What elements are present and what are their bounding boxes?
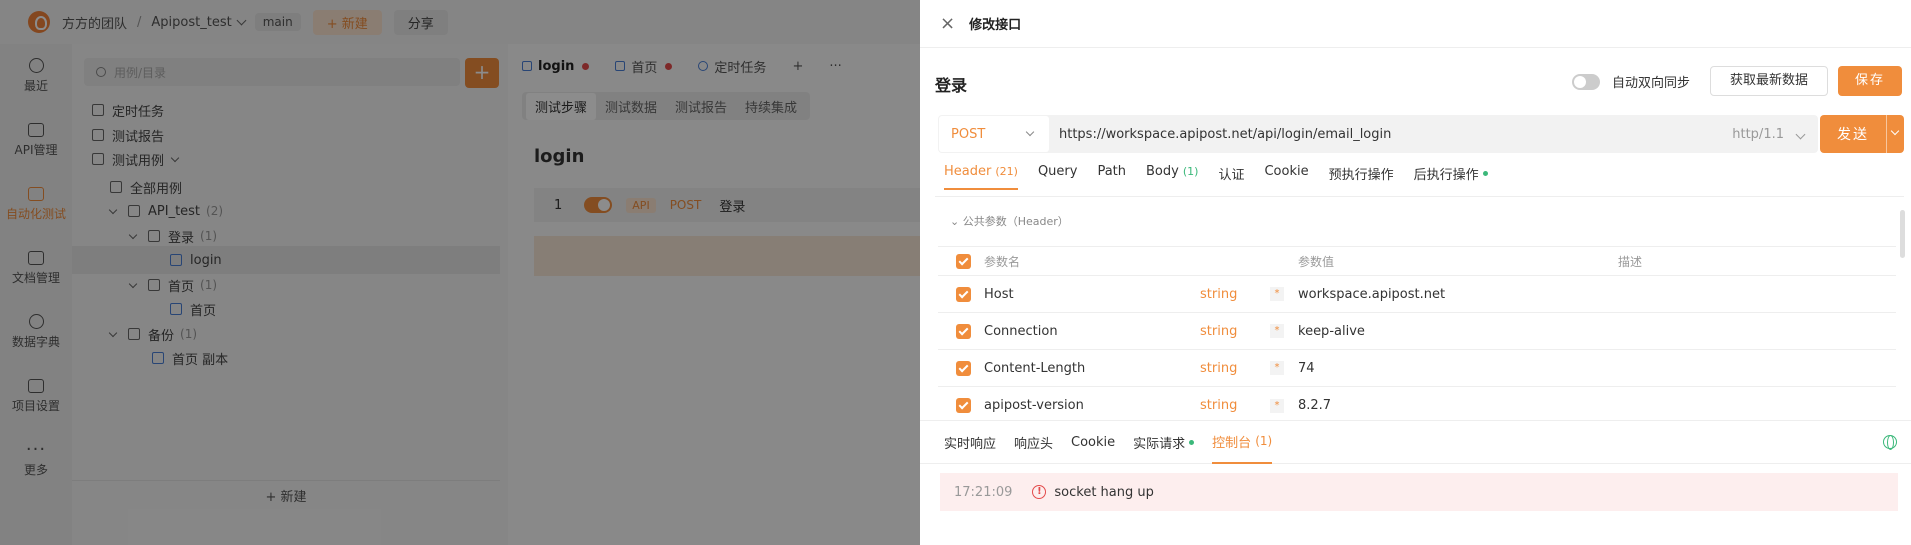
sync-toggle[interactable] (1572, 73, 1600, 90)
tab-label: Query (1037, 164, 1078, 179)
table-row[interactable]: apipost-version string * 8.2.7 (938, 387, 1896, 424)
response-tabs: 实时响应 响应头 Cookie 实际请求 控制台 (1) (920, 420, 1911, 464)
drawer-header: × 修改接口 (920, 0, 1911, 48)
tab-count: (1) (1255, 434, 1273, 448)
row-checkbox[interactable] (956, 360, 971, 376)
chevron-down-icon (1025, 127, 1035, 137)
tab-post-script[interactable]: 后执行操作 (1414, 164, 1488, 192)
edit-api-drawer: × 修改接口 登录 自动双向同步 获取最新数据 保存 POST https://… (920, 0, 1911, 545)
common-params-toggle[interactable]: ⌄ 公共参数（Header） (950, 213, 1069, 229)
tab-query[interactable]: Query (1038, 164, 1078, 188)
param-name[interactable]: Content-Length (984, 361, 1085, 376)
tab-pre-script[interactable]: 预执行操作 (1329, 164, 1394, 192)
param-type[interactable]: string (1200, 324, 1237, 339)
col-value: 参数值 (1298, 254, 1335, 269)
tabs-divider (935, 196, 1904, 197)
row-checkbox[interactable] (956, 398, 971, 413)
tab-count: (1) (1182, 165, 1199, 178)
table-row[interactable]: Connection string * keep-alive (938, 313, 1896, 350)
col-name: 参数名 (984, 254, 1021, 269)
required-marker[interactable]: * (1270, 324, 1284, 338)
param-type[interactable]: string (1200, 361, 1237, 376)
tab-console[interactable]: 控制台 (1) (1212, 420, 1273, 464)
select-all-checkbox[interactable] (956, 253, 971, 269)
row-checkbox[interactable] (956, 286, 971, 302)
close-icon[interactable]: × (940, 14, 955, 33)
send-button[interactable]: 发送 (1820, 115, 1904, 153)
send-options-dropdown[interactable] (1886, 115, 1904, 153)
request-tabs: Header (21) Query Path Body (1) 认证 Cookie … (944, 164, 1508, 196)
param-name[interactable]: Connection (984, 324, 1058, 339)
log-time: 17:21:09 (954, 484, 1013, 500)
url-input[interactable]: https://workspace.apipost.net/api/login/… (1059, 127, 1732, 142)
tab-label: Path (1097, 164, 1127, 179)
protocol-select[interactable]: http/1.1 (1732, 127, 1784, 142)
param-value[interactable]: 8.2.7 (1298, 398, 1331, 413)
save-button[interactable]: 保存 (1838, 66, 1902, 96)
tab-label: 实际请求 (1133, 436, 1186, 452)
tab-realtime-response[interactable]: 实时响应 (944, 420, 996, 464)
drawer-title: 修改接口 (969, 18, 1022, 33)
method-value: POST (951, 126, 986, 142)
sync-label: 自动双向同步 (1612, 76, 1691, 91)
param-value[interactable]: keep-alive (1298, 324, 1365, 339)
col-desc: 描述 (1618, 254, 1643, 269)
tab-label: Body (1146, 164, 1179, 179)
fetch-latest-button[interactable]: 获取最新数据 (1710, 66, 1828, 96)
param-type[interactable]: string (1200, 398, 1237, 413)
tab-cookie[interactable]: Cookie (1264, 164, 1308, 188)
status-dot (1189, 439, 1195, 445)
tab-response-headers[interactable]: 响应头 (1014, 420, 1053, 464)
tab-label: Cookie (1264, 164, 1309, 179)
row-checkbox[interactable] (956, 323, 971, 339)
vertical-scrollbar[interactable] (1900, 210, 1905, 258)
tab-label: 控制台 (1212, 435, 1252, 451)
table-row[interactable]: Host string * workspace.apipost.net (938, 276, 1896, 313)
tab-label: 后执行操作 (1413, 168, 1479, 183)
table-header: 参数名 参数值 描述 (938, 246, 1896, 276)
param-name[interactable]: Host (984, 287, 1014, 302)
tab-label: 预执行操作 (1328, 168, 1394, 183)
log-message: socket hang up (1054, 484, 1154, 500)
globe-icon[interactable] (1883, 435, 1897, 450)
required-marker[interactable]: * (1270, 361, 1284, 375)
error-icon: ! (1032, 485, 1047, 499)
param-type[interactable]: string (1200, 287, 1237, 302)
url-bar: POST https://workspace.apipost.net/api/l… (938, 115, 1818, 153)
header-params-table: 参数名 参数值 描述 Host string * workspace.apipo… (938, 246, 1896, 424)
tab-count: (21) (995, 165, 1018, 178)
param-value[interactable]: 74 (1298, 361, 1315, 376)
status-dot (1482, 171, 1488, 176)
tab-response-cookie[interactable]: Cookie (1071, 420, 1115, 464)
send-label: 发送 (1837, 127, 1869, 143)
table-row[interactable]: Content-Length string * 74 (938, 350, 1896, 387)
method-select[interactable]: POST (939, 116, 1049, 152)
tab-path[interactable]: Path (1097, 164, 1126, 188)
tab-label: 认证 (1218, 168, 1245, 183)
chevron-down-icon: ⌄ (950, 215, 963, 228)
auto-sync[interactable]: 自动双向同步 (1572, 72, 1690, 91)
param-name[interactable]: apipost-version (984, 398, 1084, 413)
required-marker[interactable]: * (1270, 398, 1284, 413)
tab-auth[interactable]: 认证 (1218, 164, 1244, 192)
param-value[interactable]: workspace.apipost.net (1298, 287, 1445, 302)
tab-label: Header (944, 164, 992, 179)
tab-actual-request[interactable]: 实际请求 (1133, 420, 1195, 464)
tab-body[interactable]: Body (1) (1146, 164, 1198, 188)
api-name[interactable]: 登录 (935, 72, 967, 96)
console-log-entry[interactable]: 17:21:09 ! socket hang up (940, 473, 1898, 511)
required-marker[interactable]: * (1270, 287, 1284, 301)
tab-header[interactable]: Header (21) (944, 164, 1018, 190)
common-params-label: 公共参数（Header） (962, 215, 1069, 228)
